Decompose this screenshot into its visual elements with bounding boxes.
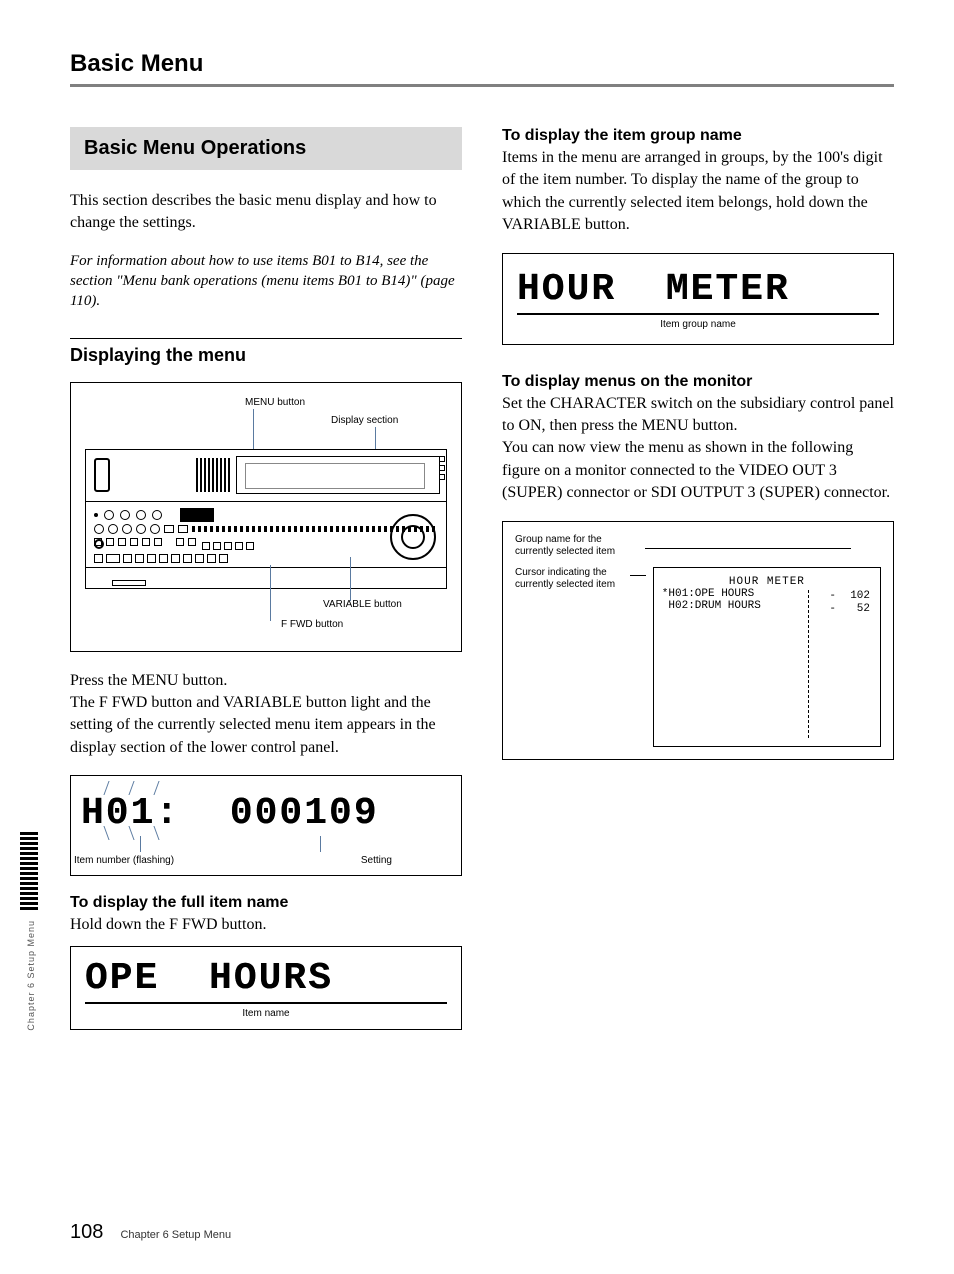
monitor-row-1: *H01:OPE HOURS bbox=[662, 588, 872, 600]
title-rule bbox=[70, 84, 894, 87]
ope-hours-figure: OPE HOURS Item name bbox=[70, 946, 462, 1030]
right-column: To display the item group name Items in … bbox=[502, 127, 894, 1048]
leader-line bbox=[350, 557, 351, 601]
label-item-number: Item number (flashing) bbox=[74, 855, 174, 866]
left-column: Basic Menu Operations This section descr… bbox=[70, 127, 462, 1048]
page-footer: 108 Chapter 6 Setup Menu bbox=[70, 1221, 231, 1244]
label-setting: Setting bbox=[361, 855, 392, 866]
hour-meter-figure: HOUR METER Item group name bbox=[502, 253, 894, 345]
footer-chapter: Chapter 6 Setup Menu bbox=[120, 1229, 231, 1241]
intro-text: This section describes the basic menu di… bbox=[70, 190, 462, 235]
label-ffwd-button: F FWD button bbox=[281, 619, 343, 631]
label-display-section: Display section bbox=[331, 415, 398, 427]
label-cursor: Cursor indicating the currently selected… bbox=[515, 567, 624, 592]
section-banner: Basic Menu Operations bbox=[70, 127, 462, 170]
leader-line bbox=[270, 565, 271, 621]
monitor-screen: HOUR METER *H01:OPE HOURS H02:DRUM HOURS… bbox=[653, 567, 881, 747]
side-chapter-text: Chapter 6 Setup Menu bbox=[26, 920, 36, 1031]
lcd-ope-hours: OPE HOURS bbox=[85, 957, 447, 1000]
vcr-figure: MENU button Display section bbox=[70, 382, 462, 652]
note-text: For information about how to use items B… bbox=[70, 251, 462, 312]
label-variable-button: VARIABLE button bbox=[323, 599, 402, 611]
monitor-val-2: 52 bbox=[850, 603, 870, 616]
caption-item-group-name: Item group name bbox=[517, 319, 879, 330]
group-name-body: Items in the menu are arranged in groups… bbox=[502, 147, 894, 237]
monitor-heading: To display menus on the monitor bbox=[502, 373, 894, 391]
item-number-figure: H01: 000109 Item number (flashing) Setti… bbox=[70, 775, 462, 876]
monitor-val-1: 102 bbox=[850, 590, 870, 603]
full-item-body: Hold down the F FWD button. bbox=[70, 914, 462, 936]
lcd-hour-meter: HOUR METER bbox=[517, 268, 879, 311]
monitor-dash-1: - bbox=[829, 590, 836, 603]
label-group-name: Group name for the currently selected it… bbox=[515, 534, 635, 559]
label-menu-button: MENU button bbox=[245, 397, 305, 409]
displaying-heading: Displaying the menu bbox=[70, 338, 462, 366]
leader-line bbox=[253, 409, 254, 453]
monitor-figure: Group name for the currently selected it… bbox=[502, 521, 894, 760]
monitor-dash-2: - bbox=[829, 603, 836, 616]
vcr-device-illustration bbox=[85, 449, 447, 589]
page-number: 108 bbox=[70, 1221, 103, 1243]
monitor-row-2: H02:DRUM HOURS bbox=[662, 600, 872, 612]
side-tab-barcode bbox=[20, 830, 38, 910]
monitor-body: Set the CHARACTER switch on the subsidia… bbox=[502, 393, 894, 505]
page-title: Basic Menu bbox=[70, 50, 894, 78]
group-name-heading: To display the item group name bbox=[502, 127, 894, 145]
monitor-title: HOUR METER bbox=[662, 576, 872, 588]
after-vcr-text: Press the MENU button. The F FWD button … bbox=[70, 670, 462, 760]
caption-item-name: Item name bbox=[85, 1008, 447, 1019]
full-item-heading: To display the full item name bbox=[70, 894, 462, 912]
